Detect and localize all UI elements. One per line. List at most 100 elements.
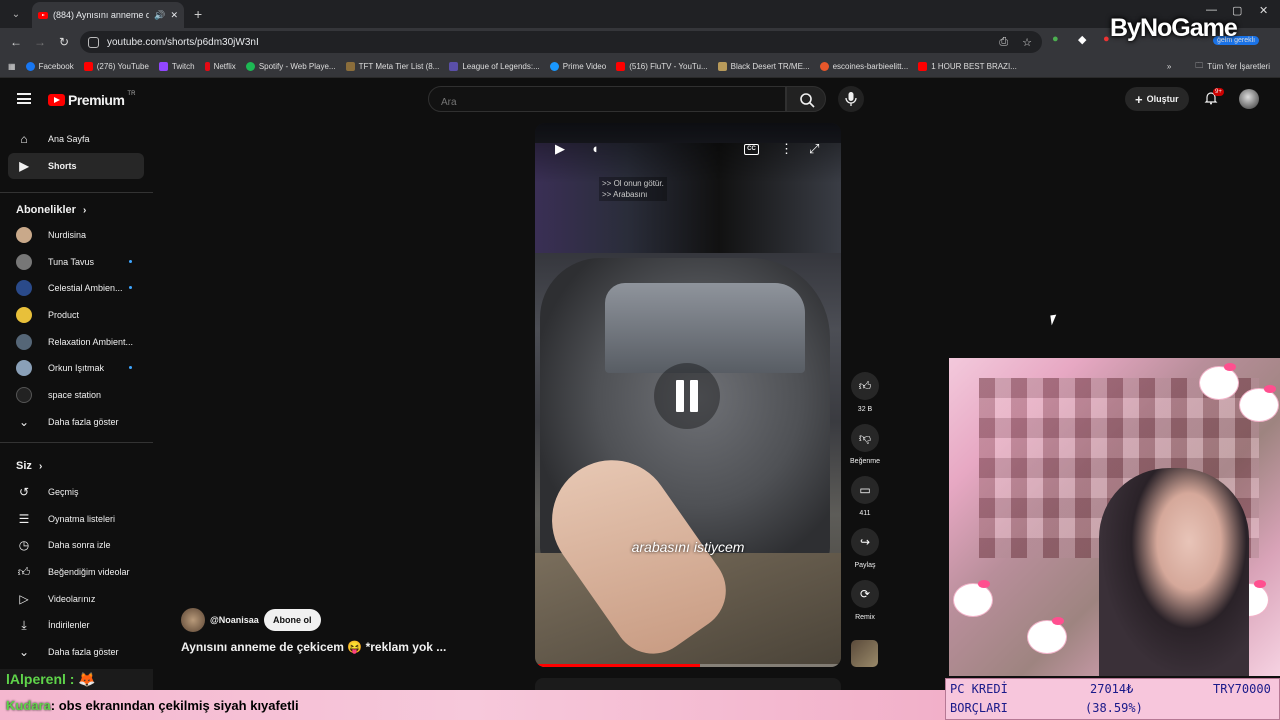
netflix-icon	[204, 62, 210, 71]
bookmark-twitch[interactable]: Twitch	[158, 62, 195, 71]
donation-goal-box: PC KREDİ BORÇLARI 27014₺ (38.59%) TRY700…	[945, 678, 1280, 720]
sidebar-item-shorts[interactable]: ▶ Shorts	[8, 153, 144, 179]
dislike-button[interactable]: 👎︎ Beğenme	[846, 424, 884, 465]
sidebar-item-subscription[interactable]: Orkun Işıtmak	[8, 355, 144, 381]
like-button[interactable]: 👍︎ 32 B	[850, 372, 880, 413]
subscriptions-header[interactable]: Abonelikler ›	[16, 204, 86, 216]
sidebar-item-subscription[interactable]: Celestial Ambien...	[8, 275, 144, 301]
sidebar-item-home[interactable]: ⌂ Ana Sayfa	[8, 126, 144, 152]
address-bar[interactable]: youtube.com/shorts/p6dm30jW3nI ⎙ ☆	[80, 31, 1042, 53]
remix-button[interactable]: ⟳ Remix	[850, 580, 880, 621]
search-input[interactable]	[428, 86, 786, 112]
video-icon: ▷	[19, 592, 29, 606]
tab-search-button[interactable]: ⌄	[4, 4, 28, 24]
remix-icon: ⟳	[851, 580, 879, 608]
window-close-icon[interactable]: ✕	[1259, 4, 1268, 17]
sidebar-item-subscription[interactable]: space station	[8, 382, 144, 408]
show-more-you[interactable]: ⌄ Daha fazla göster	[8, 639, 144, 665]
bookmark-label: Prime Video	[562, 62, 607, 71]
share-button[interactable]: ↪ Paylaş	[850, 528, 880, 569]
sidebar-item-subscription[interactable]: Tuna Tavus	[8, 249, 144, 275]
more-options-icon[interactable]: ⋮	[780, 141, 793, 157]
avatar[interactable]	[1239, 89, 1259, 109]
sidebar-item-label: Celestial Ambien...	[48, 283, 123, 293]
sidebar-item-downloads[interactable]: ⤓ İndirilenler	[8, 612, 144, 638]
create-button[interactable]: + Oluştur	[1125, 87, 1189, 111]
caption-line: >> Arabasını	[602, 190, 648, 199]
new-tab-button[interactable]: +	[194, 6, 202, 22]
back-icon[interactable]: ←	[4, 35, 28, 49]
create-label: Oluştur	[1146, 94, 1179, 104]
bookmark-prime[interactable]: Prime Video	[549, 62, 607, 71]
extension-icon[interactable]: ●	[1052, 33, 1059, 45]
sidebar-item-liked-videos[interactable]: 👍︎ Beğendiğim videolar	[8, 559, 144, 585]
sidebar-item-subscription[interactable]: Relaxation Ambient...	[8, 329, 144, 355]
sidebar-item-label: Ana Sayfa	[48, 134, 90, 144]
goal-target: TRY70000	[1213, 682, 1271, 696]
volume-icon[interactable]: ◖	[591, 141, 599, 156]
fullscreen-icon[interactable]: ⤢	[809, 141, 819, 157]
bookmark-blackdesert[interactable]: Black Desert TR/ME...	[717, 62, 810, 71]
spotify-icon	[245, 62, 255, 71]
sound-thumbnail[interactable]	[851, 640, 878, 667]
pause-icon[interactable]	[654, 363, 720, 429]
sidebar: ⌂ Ana Sayfa ▶ Shorts Abonelikler › Nurdi…	[0, 124, 153, 684]
subscribe-button[interactable]: Abone ol	[264, 609, 321, 631]
goal-percent: (38.59%)	[1085, 701, 1143, 715]
extension-red-icon[interactable]: ●	[1103, 33, 1110, 45]
search-button[interactable]	[786, 86, 826, 112]
bookmark-netflix[interactable]: Netflix	[204, 62, 236, 71]
bookmark-youtube[interactable]: (276) YouTube	[83, 62, 149, 71]
video-title[interactable]: Aynısını anneme de çekicem 😝 *reklam yok…	[181, 640, 446, 654]
comments-button[interactable]: ▭ 411	[850, 476, 880, 517]
channel-avatar[interactable]	[181, 608, 205, 632]
sidebar-item-label: Beğendiğim videolar	[48, 567, 130, 577]
youtube-logo[interactable]: Premium TR	[48, 91, 135, 108]
you-header[interactable]: Siz ›	[16, 460, 42, 472]
apps-grid-icon[interactable]: ▦	[8, 62, 16, 71]
bookmark-brazil[interactable]: 1 HOUR BEST BRAZI...	[918, 62, 1017, 71]
channel-name[interactable]: @Noanisaa	[210, 615, 259, 625]
extension-diamond-icon[interactable]: ◆	[1078, 33, 1086, 46]
sidebar-item-your-videos[interactable]: ▷ Videolarınız	[8, 586, 144, 612]
sidebar-item-watch-later[interactable]: ◷ Daha sonra izle	[8, 532, 144, 558]
install-icon[interactable]: ⎙	[999, 36, 1008, 49]
captions-icon[interactable]: CC	[744, 144, 759, 155]
playlist-icon: ☰	[18, 512, 30, 526]
channel-avatar	[16, 387, 32, 403]
browser-tab[interactable]: (884) Aynısını anneme de ç 🔊 ✕	[32, 2, 184, 28]
bookmark-facebook[interactable]: Facebook	[25, 62, 74, 71]
site-info-icon[interactable]	[88, 36, 99, 48]
sidebar-item-label: Videolarınız	[48, 594, 96, 604]
menu-icon[interactable]	[17, 93, 31, 104]
sidebar-item-label: Relaxation Ambient...	[48, 337, 134, 347]
forward-icon[interactable]: →	[28, 35, 52, 49]
voice-search-button[interactable]	[838, 86, 864, 112]
bookmark-spotify[interactable]: Spotify - Web Playe...	[245, 62, 336, 71]
bookmark-label: League of Legends:...	[462, 62, 540, 71]
chat-line-previous: lAlperenl : 🦊	[0, 669, 153, 691]
sidebar-item-subscription[interactable]: Product	[8, 302, 144, 328]
speaker-icon[interactable]: 🔊	[154, 10, 165, 21]
reload-icon[interactable]: ↻	[52, 35, 76, 49]
progress-bar[interactable]	[535, 664, 841, 667]
all-bookmarks[interactable]: 🗀 Tüm Yer İşaretleri	[1195, 60, 1270, 74]
play-icon[interactable]: ▶	[555, 141, 565, 157]
prime-icon	[549, 62, 559, 71]
bookmark-tft[interactable]: TFT Meta Tier List (8...	[345, 62, 439, 71]
more-bookmarks-icon[interactable]: »	[1167, 62, 1171, 71]
shorts-video-player[interactable]: ▶ ◖ CC ⋮ ⤢ >> Ol onun götür. >> Arabasın…	[535, 123, 841, 667]
bookmark-star-icon[interactable]: ☆	[1022, 36, 1032, 49]
bookmark-escoines[interactable]: escoines-barbieelitt...	[819, 62, 908, 71]
bookmark-flutv[interactable]: (516) FluTV - YouTu...	[616, 62, 708, 71]
channel-avatar	[16, 360, 32, 376]
close-tab-icon[interactable]: ✕	[170, 10, 178, 21]
chat-username: lAlperenl :	[6, 671, 75, 687]
bookmark-lol[interactable]: League of Legends:...	[449, 62, 540, 71]
sidebar-item-history[interactable]: ↺ Geçmiş	[8, 479, 144, 505]
sidebar-item-playlists[interactable]: ☰ Oynatma listeleri	[8, 506, 144, 532]
show-more-subscriptions[interactable]: ⌄ Daha fazla göster	[8, 409, 144, 435]
bookmark-label: Twitch	[171, 62, 195, 71]
video-subtitle: arabasını istiycem	[631, 539, 745, 555]
sidebar-item-subscription[interactable]: Nurdisina	[8, 222, 144, 248]
